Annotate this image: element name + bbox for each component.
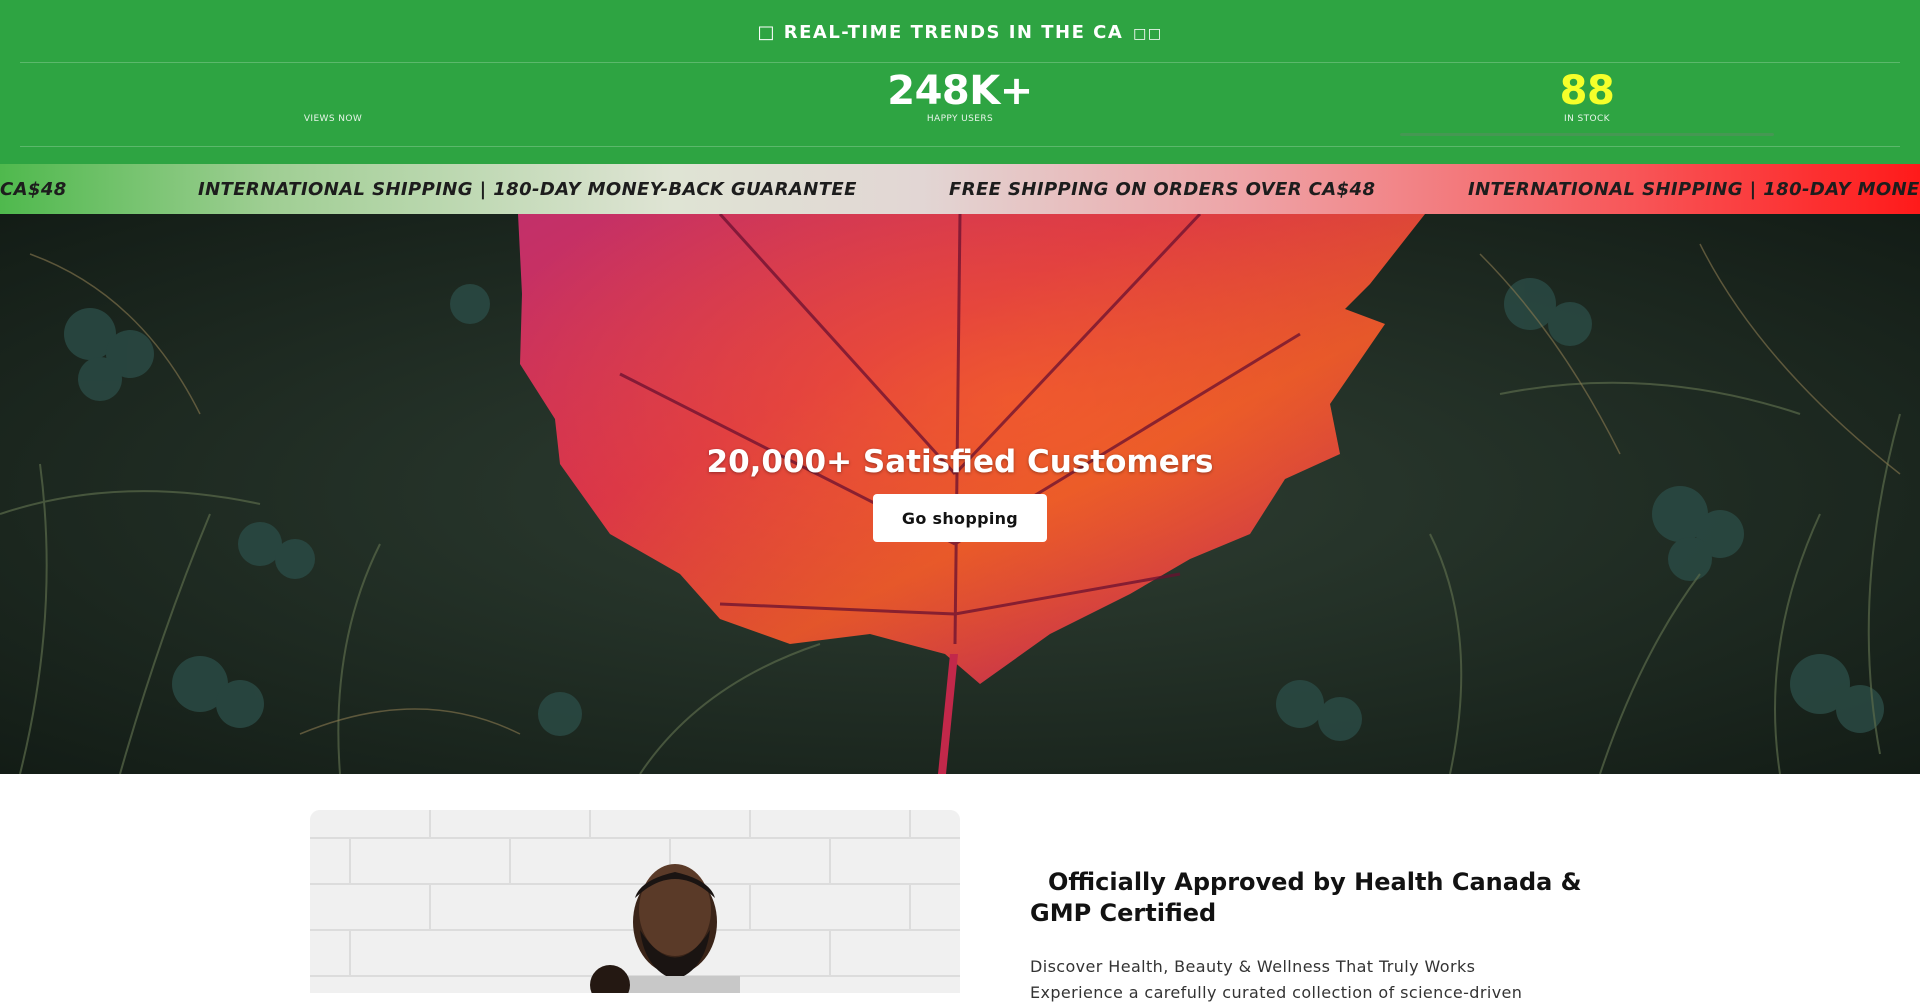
stock-progress-bar	[1400, 133, 1774, 136]
marquee-item: INTERNATIONAL SHIPPING | 180-DAY MONEY-B…	[198, 179, 857, 200]
hero-banner: 20,000+ Satisfied Customers Go shopping	[0, 214, 1920, 774]
trend-icon: □	[757, 22, 776, 43]
stats-divider-bottom	[20, 146, 1900, 147]
section-body-line: Experience a carefully curated collectio…	[1030, 983, 1523, 1002]
marquee-item: INTERNATIONAL SHIPPING | 180-DAY MONEY-B…	[1468, 179, 1920, 200]
promo-marquee: CA$48 INTERNATIONAL SHIPPING | 180-DAY M…	[0, 164, 1920, 214]
customer-photo	[310, 810, 960, 993]
stat-happy-users: 248K+ HAPPY USERS	[760, 68, 1160, 124]
stat-value: 248K+	[887, 68, 1033, 114]
stats-title-text: REAL-TIME TRENDS IN THE CA	[783, 22, 1124, 43]
stat-label: IN STOCK	[1564, 114, 1610, 124]
marquee-item: FREE SHIPPING ON ORDERS OVER CA$48	[949, 179, 1376, 200]
stats-title: □ REAL-TIME TRENDS IN THE CA □□	[0, 22, 1920, 43]
section-heading: Officially Approved by Health Canada & G…	[1030, 867, 1590, 929]
section-heading-text: Officially Approved by Health Canada & G…	[1030, 868, 1582, 927]
stat-in-stock: 88 IN STOCK	[1387, 68, 1787, 124]
customer-photo-image	[310, 810, 960, 993]
stat-value	[133, 68, 533, 114]
section-body-line: Discover Health, Beauty & Wellness That …	[1030, 957, 1476, 976]
section-body: Discover Health, Beauty & Wellness That …	[1030, 954, 1590, 1006]
trends-stats-bar: □ REAL-TIME TRENDS IN THE CA □□ VIEWS NO…	[0, 0, 1920, 164]
stat-label: VIEWS NOW	[303, 114, 363, 124]
marquee-item: CA$48	[0, 179, 67, 200]
stock-progress-fill	[1400, 133, 1774, 136]
go-shopping-button[interactable]: Go shopping	[873, 494, 1047, 542]
stats-divider-top	[20, 62, 1900, 63]
canada-flag-icon: □□	[1133, 26, 1163, 42]
stat-value: 88	[1559, 68, 1615, 114]
stat-label: HAPPY USERS	[926, 114, 994, 124]
hero-title: 20,000+ Satisfied Customers	[706, 444, 1214, 480]
stat-views-now: VIEWS NOW	[133, 68, 533, 124]
